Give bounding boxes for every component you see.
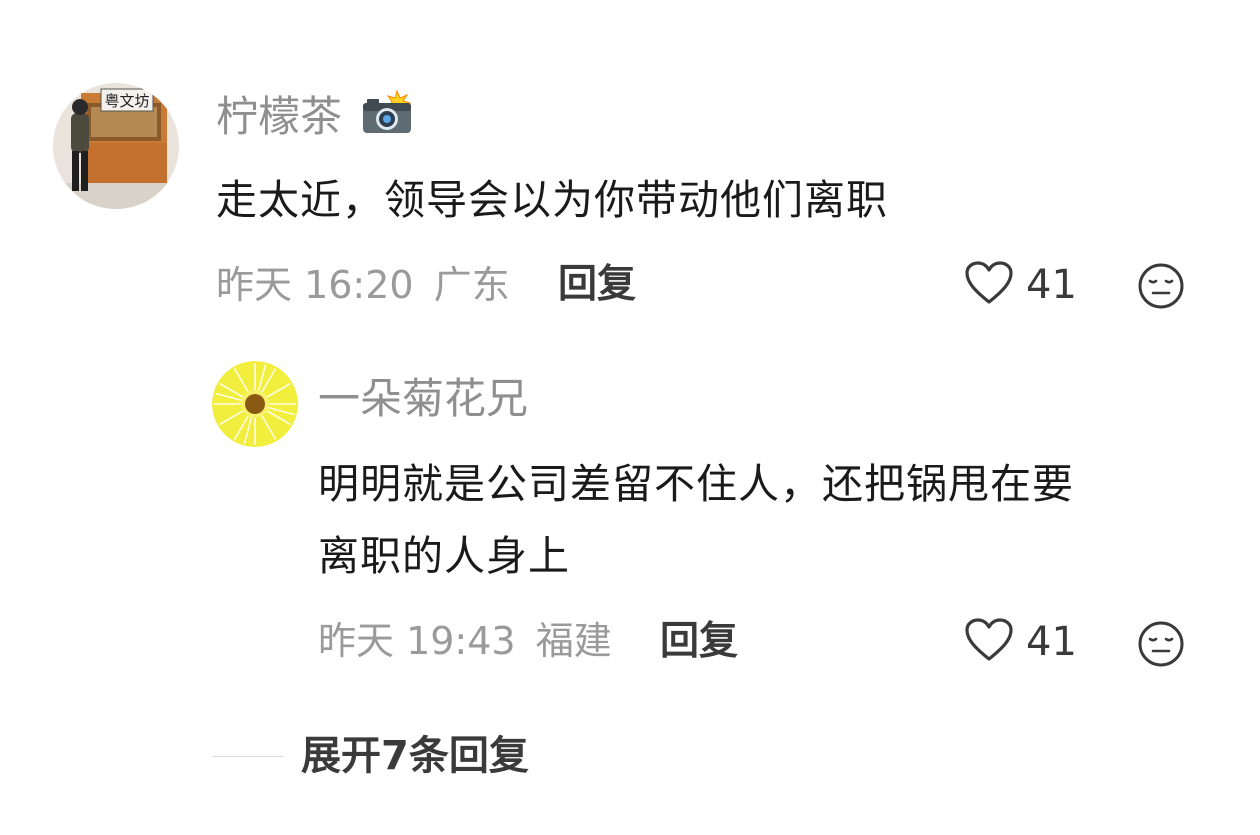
reply-reply-button[interactable]: 回复 bbox=[660, 622, 738, 661]
comment-meta: 昨天 16:20 广东 bbox=[216, 266, 510, 304]
reply-like-button[interactable]: 41 bbox=[964, 617, 1077, 667]
reply-text-line-2: 离职的人身上 bbox=[318, 532, 570, 580]
comment-like-button[interactable]: 41 bbox=[964, 260, 1077, 310]
reply-like-count: 41 bbox=[1026, 619, 1077, 665]
reply-text-line-1: 明明就是公司差留不住人，还把锅甩在要 bbox=[318, 460, 1074, 508]
expand-divider bbox=[213, 756, 283, 757]
svg-text:粤文坊: 粤文坊 bbox=[104, 92, 149, 110]
reply-time: 昨天 19:43 bbox=[318, 619, 516, 663]
commenter-avatar[interactable]: 粤文坊 bbox=[53, 83, 179, 209]
neutral-face-icon bbox=[1138, 621, 1184, 667]
comment-emoji-reaction-button[interactable] bbox=[1137, 262, 1185, 314]
commenter-username[interactable]: 柠檬茶 bbox=[216, 89, 417, 142]
comment-text: 走太近，领导会以为你带动他们离职 bbox=[216, 176, 888, 224]
replier-avatar[interactable] bbox=[212, 361, 298, 447]
reply-text: 明明就是公司差留不住人，还把锅甩在要 离职的人身上 bbox=[318, 448, 1218, 592]
camera-with-flash-icon bbox=[361, 89, 417, 142]
heart-icon bbox=[964, 617, 1014, 667]
expand-replies-button[interactable]: 展开7条回复 bbox=[301, 736, 529, 776]
username-text: 柠檬茶 bbox=[216, 92, 343, 141]
comment-time: 昨天 16:20 bbox=[216, 263, 414, 307]
avatar-photo: 粤文坊 bbox=[53, 83, 179, 209]
neutral-face-icon bbox=[1138, 263, 1184, 309]
replier-username[interactable]: 一朵菊花兄 bbox=[318, 378, 528, 420]
reply-location: 福建 bbox=[535, 619, 612, 663]
reply-emoji-reaction-button[interactable] bbox=[1137, 620, 1185, 672]
comment-like-count: 41 bbox=[1026, 262, 1077, 308]
daisy-avatar-image bbox=[212, 361, 298, 447]
comment-reply-button[interactable]: 回复 bbox=[558, 265, 636, 304]
reply-meta: 昨天 19:43 福建 bbox=[318, 622, 612, 660]
heart-icon bbox=[964, 260, 1014, 310]
comment-location: 广东 bbox=[433, 263, 510, 307]
